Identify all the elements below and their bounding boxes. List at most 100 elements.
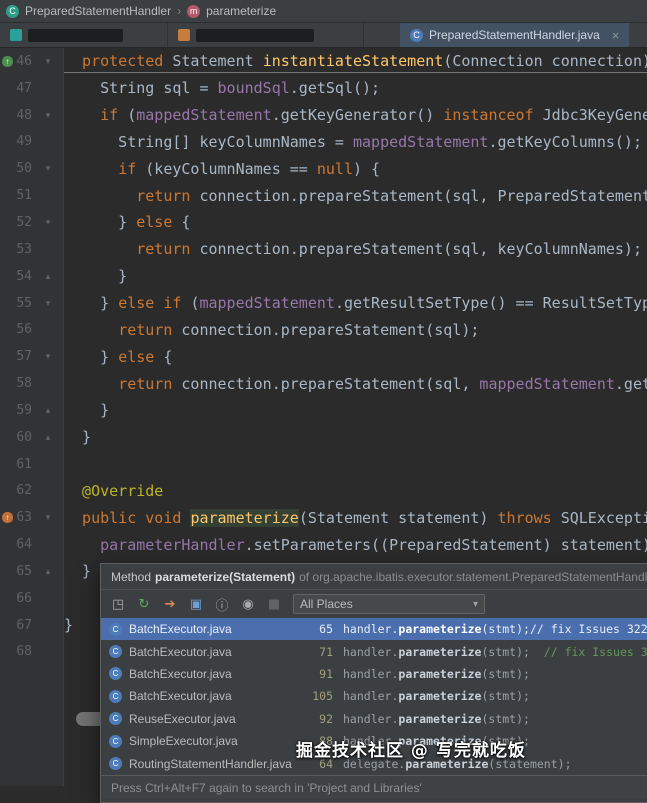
code-line[interactable]: 62 @Override bbox=[0, 478, 647, 505]
code-text: if (mappedStatement.getKeyGenerator() in… bbox=[100, 106, 647, 125]
usage-line-number: 71 bbox=[319, 644, 333, 659]
fold-icon[interactable]: ▾ bbox=[32, 163, 64, 174]
fold-icon[interactable]: ▾ bbox=[32, 298, 64, 309]
fold-icon[interactable]: ▾ bbox=[32, 351, 64, 362]
code-line[interactable]: 61 bbox=[0, 451, 647, 478]
settings-square-icon[interactable]: ■ bbox=[265, 595, 283, 613]
watermark-text: 掘金技术社区 @ 写完就吃饭 bbox=[296, 741, 526, 761]
tab-preparedstatementhandler[interactable]: C PreparedStatementHandler.java × bbox=[400, 23, 630, 47]
usage-file-name: ReuseExecutor.java bbox=[129, 711, 236, 726]
code-text: } bbox=[64, 428, 92, 447]
code-line[interactable]: 60 ▴ } bbox=[0, 424, 647, 451]
fold-icon[interactable]: ▾ bbox=[32, 56, 64, 67]
line-number: 52 bbox=[16, 214, 32, 230]
usage-file-name: BatchExecutor.java bbox=[129, 644, 232, 659]
line-number: 62 bbox=[16, 483, 32, 499]
fold-icon[interactable]: ▾ bbox=[32, 110, 64, 121]
code-line[interactable]: 55 ▾ } else if (mappedStatement.getResult… bbox=[0, 290, 647, 317]
code-line[interactable]: 54 ▴ } bbox=[0, 263, 647, 290]
code-text: } else { bbox=[64, 347, 173, 366]
open-in-toolwindow-icon[interactable]: ◳ bbox=[109, 595, 127, 613]
overrides-method-marker-icon[interactable]: ↑ bbox=[2, 512, 13, 524]
usage-row[interactable]: C BatchExecutor.java 65 handler.parameteriz… bbox=[101, 618, 647, 641]
breadcrumb-method[interactable]: parameterize bbox=[206, 4, 276, 18]
code-line[interactable]: 49 String[] keyColumnNames = mappedState… bbox=[0, 129, 647, 156]
usage-file-name: BatchExecutor.java bbox=[129, 666, 232, 681]
file-type-icon bbox=[10, 29, 22, 41]
preview-usages-icon[interactable]: ◉ bbox=[239, 595, 257, 613]
code-text: return connection.prepareStatement(sql); bbox=[118, 320, 480, 339]
java-class-icon: C bbox=[109, 667, 122, 681]
info-icon[interactable]: ⓘ bbox=[213, 595, 231, 614]
usage-code-text: handler.parameterize(stmt); bbox=[343, 711, 530, 726]
method-icon: m bbox=[187, 4, 201, 18]
redacted-tab-label bbox=[28, 28, 123, 42]
overridden-method-marker-icon[interactable]: ↑ bbox=[2, 55, 13, 67]
code-line[interactable]: 52 ▾ } else { bbox=[0, 209, 647, 236]
usage-row[interactable]: C BatchExecutor.java 91 handler.parameteriz… bbox=[101, 663, 647, 685]
java-class-icon: C bbox=[109, 645, 122, 659]
java-class-icon: C bbox=[109, 734, 122, 748]
code-line[interactable]: 57 ▾ } else { bbox=[0, 343, 647, 370]
line-number: 48 bbox=[16, 107, 32, 123]
group-by-file-icon[interactable]: ▣ bbox=[187, 595, 205, 613]
editor-tab-bar: C PreparedStatementHandler.java × bbox=[0, 23, 647, 48]
line-number: 60 bbox=[16, 429, 32, 445]
code-text: } bbox=[64, 267, 128, 286]
java-class-icon: C bbox=[109, 622, 122, 636]
code-line[interactable]: 48 ▾ if (mappedStatement.getKeyGenerator(… bbox=[0, 102, 647, 129]
code-line[interactable]: 47 String sql = boundSql.getSql(); bbox=[0, 75, 647, 102]
fold-icon[interactable]: ▴ bbox=[32, 405, 64, 416]
tab-obscured-2[interactable] bbox=[168, 23, 364, 47]
breadcrumb-class[interactable]: PreparedStatementHandler bbox=[25, 4, 171, 18]
scope-label: All Places bbox=[300, 597, 353, 611]
code-line[interactable]: 51 return connection.prepareStatement(sq… bbox=[0, 182, 647, 209]
usage-file-name: SimpleExecutor.java bbox=[129, 734, 238, 749]
code-line[interactable]: ↑ 63 ▾ public void parameterize(Statement … bbox=[0, 504, 647, 531]
line-number: 50 bbox=[16, 161, 32, 177]
line-number: 65 bbox=[16, 563, 32, 579]
breadcrumb: C PreparedStatementHandler › m parameter… bbox=[0, 0, 647, 23]
code-text: return connection.prepareStatement(sql, … bbox=[136, 186, 647, 205]
code-line[interactable]: 58 return connection.prepareStatement(sq… bbox=[0, 370, 647, 397]
usage-line-number: 65 bbox=[319, 622, 333, 637]
fold-icon[interactable]: ▴ bbox=[32, 432, 64, 443]
popup-title-prefix: Method bbox=[111, 569, 152, 584]
line-number: 47 bbox=[16, 80, 32, 96]
fold-icon[interactable]: ▴ bbox=[32, 271, 64, 282]
line-number: 61 bbox=[16, 456, 32, 472]
usage-row[interactable]: C BatchExecutor.java 105 handler.parameteri… bbox=[101, 685, 647, 707]
fold-icon[interactable]: ▴ bbox=[32, 566, 64, 577]
scope-selector[interactable]: All Places ▾ bbox=[293, 594, 485, 614]
rerun-search-icon[interactable]: ↻ bbox=[135, 595, 153, 613]
code-line[interactable]: 59 ▴ } bbox=[0, 397, 647, 424]
gutter-mark: ↑ bbox=[0, 55, 14, 67]
line-number: 59 bbox=[16, 402, 32, 418]
code-text: } else if (mappedStatement.getResultSetT… bbox=[64, 294, 647, 313]
line-number: 54 bbox=[16, 268, 32, 284]
line-number: 68 bbox=[16, 644, 32, 660]
close-tab-icon[interactable]: × bbox=[612, 29, 620, 42]
usage-row[interactable]: C BatchExecutor.java 71 handler.parameteriz… bbox=[101, 640, 647, 662]
tab-obscured-1[interactable] bbox=[0, 23, 168, 47]
code-line[interactable]: ↑ 46 ▾ protected Statement instantiateStat… bbox=[0, 48, 647, 75]
usage-code-text: handler.parameterize(stmt); bbox=[343, 666, 530, 681]
toolbar-icons: ◳ ↻ ➔ ▣ ⓘ ◉ ■ bbox=[109, 595, 283, 614]
popup-hint: Press Ctrl+Alt+F7 again to search in 'Pr… bbox=[101, 775, 647, 799]
code-line[interactable]: 53 return connection.prepareStatement(sq… bbox=[0, 236, 647, 263]
java-class-icon: C bbox=[109, 712, 122, 726]
line-number: 58 bbox=[16, 376, 32, 392]
usage-line-number: 92 bbox=[319, 711, 333, 726]
code-line[interactable]: 50 ▾ if (keyColumnNames == null) { bbox=[0, 155, 647, 182]
fold-icon[interactable]: ▾ bbox=[32, 217, 64, 228]
code-line[interactable]: 64 parameterHandler.setParameters((Prepa… bbox=[0, 531, 647, 558]
navigate-next-icon[interactable]: ➔ bbox=[161, 595, 179, 613]
code-line[interactable]: 56 return connection.prepareStatement(sq… bbox=[0, 316, 647, 343]
usage-code-text: handler.parameterize(stmt);// fix Issues… bbox=[343, 622, 647, 637]
java-class-icon: C bbox=[410, 28, 423, 42]
sticky-line-separator bbox=[64, 72, 647, 73]
fold-icon[interactable]: ▾ bbox=[32, 512, 64, 523]
usage-code-text: handler.parameterize(stmt); bbox=[343, 689, 530, 704]
usage-file-name: RoutingStatementHandler.java bbox=[129, 756, 292, 771]
usage-row[interactable]: C ReuseExecutor.java 92 handler.parameteriz… bbox=[101, 708, 647, 730]
